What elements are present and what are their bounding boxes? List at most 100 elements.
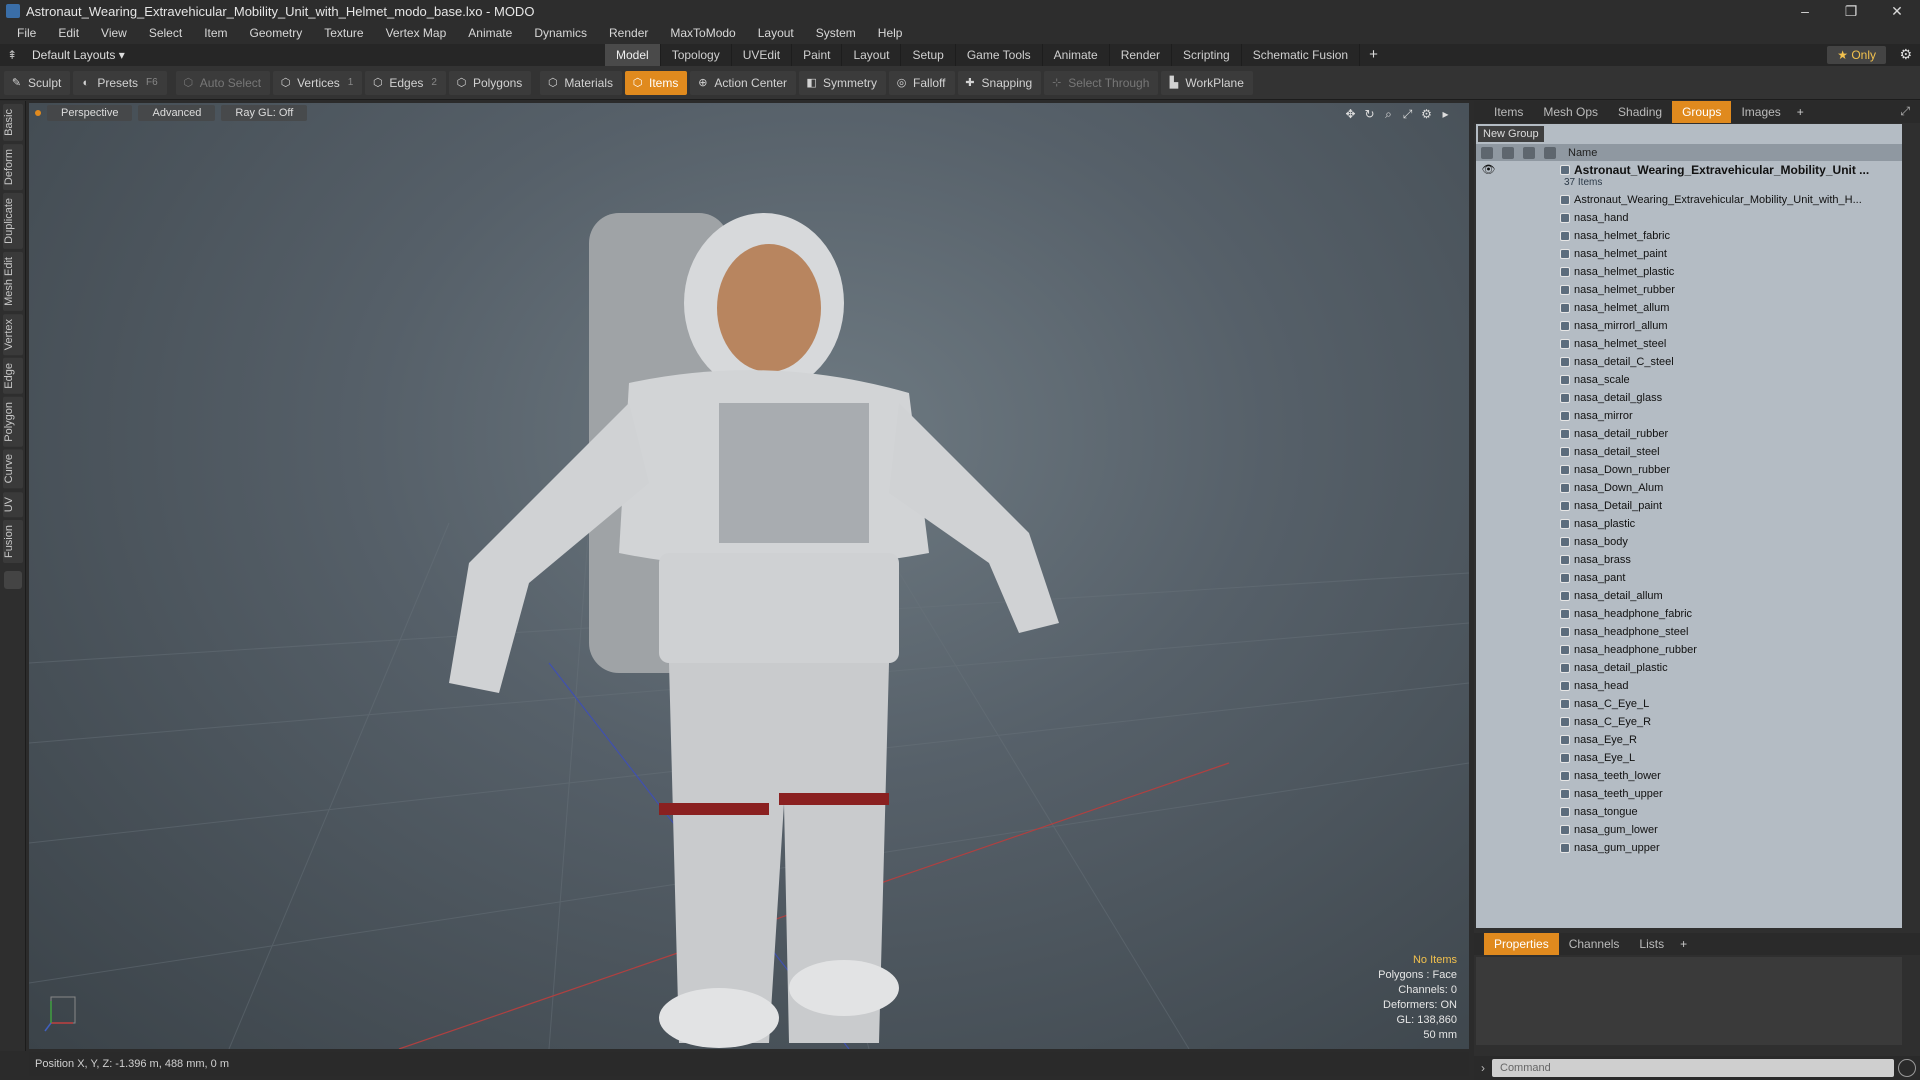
select-column-icon[interactable] (1543, 146, 1556, 159)
menu-maxtomodo[interactable]: MaxToModo (659, 22, 746, 44)
select-through-button[interactable]: ⊹ Select Through (1044, 70, 1159, 95)
materials-button[interactable]: ⬡ Materials (540, 70, 622, 95)
vtab-duplicate[interactable]: Duplicate (2, 192, 23, 249)
falloff-button[interactable]: ◎ Falloff (889, 70, 955, 95)
toolbox-toggle-icon[interactable] (3, 571, 22, 590)
shading-dropdown[interactable]: Advanced (138, 105, 216, 121)
list-item[interactable]: nasa_helmet_plastic (1476, 263, 1902, 281)
list-item[interactable]: nasa_detail_C_steel (1476, 353, 1902, 371)
list-item[interactable]: nasa_helmet_fabric (1476, 227, 1902, 245)
tab-channels[interactable]: Channels (1559, 933, 1630, 955)
vtab-fusion[interactable]: Fusion (2, 520, 23, 564)
tab-scripting[interactable]: Scripting (1172, 44, 1242, 66)
presets-button[interactable]: ◐ Presets F6 (73, 70, 167, 95)
tab-groups[interactable]: Groups (1672, 101, 1732, 123)
menu-layout[interactable]: Layout (747, 22, 805, 44)
list-item[interactable]: nasa_hand (1476, 209, 1902, 227)
viewport-options-icon[interactable] (35, 110, 41, 116)
list-item[interactable]: nasa_mirror (1476, 407, 1902, 425)
menu-select[interactable]: Select (138, 22, 193, 44)
vtab-mesh-edit[interactable]: Mesh Edit (2, 251, 23, 311)
list-item[interactable]: nasa_helmet_steel (1476, 335, 1902, 353)
snapping-button[interactable]: ✚ Snapping (957, 70, 1042, 95)
list-item[interactable]: Astronaut_Wearing_Extravehicular_Mobilit… (1476, 191, 1902, 209)
vertices-button[interactable]: ⬡ Vertices 1 (273, 70, 363, 95)
menu-file[interactable]: File (6, 22, 47, 44)
list-item[interactable]: nasa_Down_Alum (1476, 479, 1902, 497)
menu-geometry[interactable]: Geometry (239, 22, 314, 44)
viewport-settings-icon[interactable]: ⚙ (1417, 106, 1436, 122)
tab-images[interactable]: Images (1731, 101, 1790, 123)
list-item[interactable]: nasa_headphone_steel (1476, 623, 1902, 641)
list-item[interactable]: nasa_teeth_lower (1476, 767, 1902, 785)
astronaut-model[interactable] (449, 213, 1059, 1048)
tab-uvedit[interactable]: UVEdit (732, 44, 793, 66)
polygons-button[interactable]: ⬡ Polygons (448, 70, 532, 95)
command-input[interactable]: Command (1492, 1059, 1894, 1077)
3d-viewport[interactable]: Perspective Advanced Ray GL: Off ✥ ↻ ⌕ ⤢… (29, 103, 1469, 1049)
workplane-button[interactable]: ▙ WorkPlane (1161, 70, 1253, 95)
vtab-deform[interactable]: Deform (2, 143, 23, 190)
expand-panel-icon[interactable]: ⤢ (1900, 104, 1910, 119)
list-item[interactable]: nasa_C_Eye_L (1476, 695, 1902, 713)
raygl-toggle[interactable]: Ray GL: Off (221, 105, 308, 121)
list-item[interactable]: nasa_detail_allum (1476, 587, 1902, 605)
name-column-header[interactable]: Name (1560, 147, 1597, 159)
list-item[interactable]: nasa_C_Eye_R (1476, 713, 1902, 731)
vtab-uv[interactable]: UV (2, 491, 23, 518)
minimize-icon[interactable]: – (1782, 0, 1828, 22)
vtab-vertex[interactable]: Vertex (2, 313, 23, 355)
vtab-basic[interactable]: Basic (2, 104, 23, 141)
menu-item[interactable]: Item (193, 22, 238, 44)
expand-arrow-icon[interactable]: ▸ (1436, 106, 1455, 122)
auto-select-button[interactable]: ⬡ Auto Select (175, 70, 271, 95)
list-item[interactable]: nasa_detail_rubber (1476, 425, 1902, 443)
list-item[interactable]: nasa_Detail_paint (1476, 497, 1902, 515)
list-item[interactable]: nasa_plastic (1476, 515, 1902, 533)
layout-collapse-icon[interactable]: ⇞ (0, 48, 24, 62)
list-item[interactable]: nasa_gum_upper (1476, 839, 1902, 857)
render-column-icon[interactable] (1501, 146, 1514, 159)
list-item[interactable]: nasa_helmet_rubber (1476, 281, 1902, 299)
menu-help[interactable]: Help (867, 22, 914, 44)
eye-icon[interactable]: 👁 (1482, 163, 1496, 176)
list-item[interactable]: nasa_body (1476, 533, 1902, 551)
items-button[interactable]: ⬡ Items (625, 70, 688, 95)
fit-icon[interactable]: ⤢ (1398, 106, 1417, 122)
tab-layout[interactable]: Layout (842, 44, 902, 66)
list-item[interactable]: nasa_brass (1476, 551, 1902, 569)
list-item[interactable]: nasa_Eye_L (1476, 749, 1902, 767)
vtab-edge[interactable]: Edge (2, 357, 23, 394)
tab-schematic-fusion[interactable]: Schematic Fusion (1242, 44, 1361, 66)
list-item[interactable]: nasa_helmet_allum (1476, 299, 1902, 317)
tab-paint[interactable]: Paint (792, 44, 843, 66)
tab-model[interactable]: Model (605, 44, 661, 66)
add-panel-tab-icon[interactable]: + (1791, 105, 1810, 119)
list-item[interactable]: nasa_gum_lower (1476, 821, 1902, 839)
add-tab-icon[interactable]: + (1360, 44, 1387, 66)
list-item[interactable]: nasa_teeth_upper (1476, 785, 1902, 803)
menu-vertex-map[interactable]: Vertex Map (375, 22, 458, 44)
list-item[interactable]: nasa_helmet_paint (1476, 245, 1902, 263)
group-root-row[interactable]: 👁 Astronaut_Wearing_Extravehicular_Mobil… (1476, 161, 1902, 191)
zoom-icon[interactable]: ⌕ (1379, 106, 1398, 122)
tab-lists[interactable]: Lists (1629, 933, 1674, 955)
list-item[interactable]: nasa_detail_glass (1476, 389, 1902, 407)
menu-animate[interactable]: Animate (457, 22, 523, 44)
add-props-tab-icon[interactable]: + (1674, 937, 1693, 951)
list-item[interactable]: nasa_headphone_rubber (1476, 641, 1902, 659)
lock-column-icon[interactable] (1522, 146, 1535, 159)
action-center-button[interactable]: ⊕ Action Center (690, 70, 797, 95)
symmetry-button[interactable]: ◧ Symmetry (799, 70, 887, 95)
list-item[interactable]: nasa_headphone_fabric (1476, 605, 1902, 623)
close-icon[interactable]: ✕ (1874, 0, 1920, 22)
tab-properties[interactable]: Properties (1484, 933, 1559, 955)
visibility-column-icon[interactable] (1480, 146, 1493, 159)
list-item[interactable]: nasa_tongue (1476, 803, 1902, 821)
list-item[interactable]: nasa_mirrorl_allum (1476, 317, 1902, 335)
tab-animate[interactable]: Animate (1043, 44, 1110, 66)
new-group-button[interactable]: New Group (1478, 126, 1544, 142)
tab-items[interactable]: Items (1484, 101, 1533, 123)
pan-icon[interactable]: ✥ (1341, 106, 1360, 122)
menu-render[interactable]: Render (598, 22, 659, 44)
